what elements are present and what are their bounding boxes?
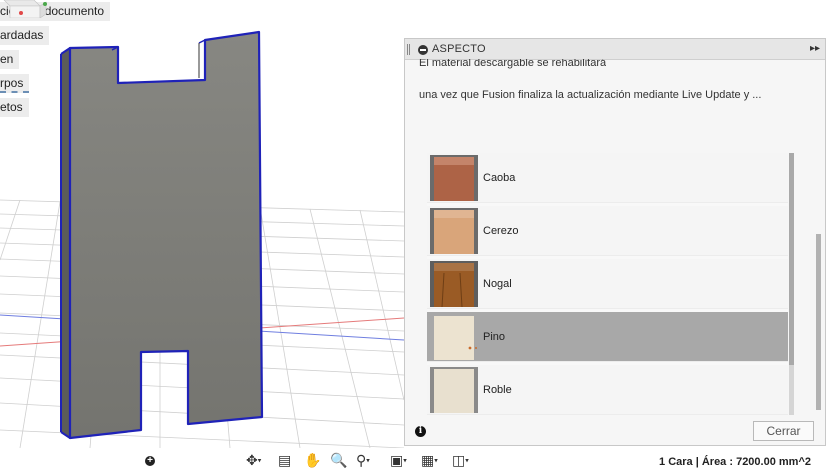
close-button[interactable]: Cerrar	[753, 421, 814, 441]
material-label: Nogal	[483, 278, 512, 290]
download-message-line-2: una vez que Fusion finaliza la actualiza…	[419, 89, 762, 101]
browser-item-label: ardadas	[0, 28, 44, 42]
pan-hand-icon[interactable]: ✋	[304, 452, 321, 468]
material-swatch-icon	[430, 314, 478, 360]
orbit-icon[interactable]: ✥▾	[246, 452, 261, 468]
material-label: Roble	[483, 384, 512, 396]
display-settings-icon[interactable]: ▣▾	[390, 452, 407, 468]
material-list[interactable]: Caoba Cerezo Nogal Pino Roble	[427, 153, 788, 415]
list-scrollbar[interactable]	[789, 153, 794, 415]
material-item-pino[interactable]: Pino	[427, 312, 788, 362]
material-item-cerezo[interactable]: Cerezo	[427, 206, 788, 256]
aspect-panel: ASPECTO ▸▸ El material descargable se re…	[404, 38, 826, 446]
add-icon[interactable]: +	[145, 456, 155, 466]
selection-status: 1 Cara | Área : 7200.00 mm^2	[659, 456, 811, 468]
material-swatch-icon	[430, 367, 478, 413]
info-icon[interactable]: i	[415, 426, 426, 437]
list-scrollbar-thumb[interactable]	[789, 153, 794, 365]
browser-item-label: rpos	[0, 76, 24, 90]
panel-header[interactable]: ASPECTO ▸▸	[405, 39, 825, 60]
panel-title: ASPECTO	[432, 43, 486, 55]
navigation-bar: + ✥▾ ▤ ✋ 🔍 ⚲▾ ▣▾ ▦▾ ◫▾ 1 Cara | Área : 7…	[0, 448, 827, 471]
fit-icon[interactable]: ⚲▾	[356, 452, 370, 468]
browser-item-label: etos	[0, 100, 23, 114]
browser-item-bodies[interactable]: rpos	[0, 74, 30, 93]
browser-item-label: en	[0, 52, 14, 66]
look-at-icon[interactable]: ▤	[278, 452, 291, 468]
download-message-line-1: El material descargable se rehabilitará	[419, 59, 606, 69]
grid-settings-icon[interactable]: ▦▾	[421, 452, 438, 468]
download-message-text: El material descargable se rehabilitará	[419, 59, 607, 69]
material-item-roble[interactable]: Roble	[427, 365, 788, 415]
material-item-caoba[interactable]: Caoba	[427, 153, 788, 203]
material-item-nogal[interactable]: Nogal	[427, 259, 788, 309]
material-label: Caoba	[483, 172, 516, 184]
body-front-face	[68, 30, 264, 440]
material-swatch-icon	[430, 261, 478, 307]
expand-panel-icon[interactable]: ▸▸	[810, 43, 820, 55]
drag-handle-icon[interactable]	[407, 44, 410, 55]
material-label: Cerezo	[483, 225, 519, 237]
browser-item-saved-views[interactable]: ardadas	[0, 26, 50, 45]
body-side-face	[61, 48, 70, 438]
material-swatch-icon	[430, 208, 478, 254]
material-label: Pino	[483, 331, 506, 343]
viewports-icon[interactable]: ◫▾	[452, 452, 469, 468]
browser-item-sketches[interactable]: etos	[0, 98, 29, 117]
material-swatch-icon	[430, 155, 478, 201]
selected-body[interactable]	[60, 30, 264, 440]
zoom-icon[interactable]: 🔍	[330, 452, 347, 468]
panel-scrollbar[interactable]	[816, 234, 821, 410]
view-cube-icon[interactable]	[0, 0, 50, 18]
browser-item-origin[interactable]: en	[0, 50, 20, 69]
collapse-icon[interactable]	[418, 45, 428, 55]
